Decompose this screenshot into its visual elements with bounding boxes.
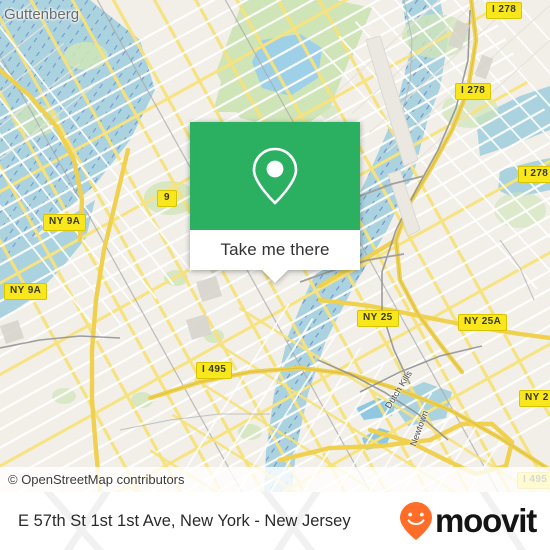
map-canvas[interactable]: Guttenberg Dutch Kills Newtown I 278 I 2… <box>0 0 550 492</box>
route-shield-i278-mid[interactable]: I 278 <box>455 83 492 100</box>
popup-icon-area <box>190 122 360 230</box>
moovit-wordmark: moovit <box>435 502 537 539</box>
map-place-label-guttenberg: Guttenberg <box>4 6 80 23</box>
popup-action-area[interactable]: Take me there <box>190 230 360 270</box>
popup-pointer <box>262 270 288 283</box>
openstreetmap-attribution[interactable]: © OpenStreetMap contributors <box>8 472 185 487</box>
moovit-brand[interactable]: moovit <box>399 501 537 541</box>
location-address-label: E 57th St 1st 1st Ave, New York - New Je… <box>18 511 351 530</box>
route-shield-i278-right[interactable]: I 278 <box>518 166 550 183</box>
route-shield-ny2-right[interactable]: NY 2 <box>519 390 550 407</box>
footer-bar: E 57th St 1st 1st Ave, New York - New Je… <box>0 492 550 550</box>
route-shield-ny25[interactable]: NY 25 <box>357 310 399 327</box>
moovit-pin-smiley-icon <box>400 502 433 540</box>
destination-popup-card[interactable]: Take me there <box>190 122 360 283</box>
moovit-map-screen: Guttenberg Dutch Kills Newtown I 278 I 2… <box>0 0 550 550</box>
route-shield-ny9a-upper[interactable]: NY 9A <box>43 214 87 231</box>
route-shield-9[interactable]: 9 <box>157 190 177 207</box>
route-shield-i495-center[interactable]: I 495 <box>196 362 233 379</box>
map-pin-icon <box>252 147 298 205</box>
route-shield-i278-top[interactable]: I 278 <box>486 2 523 19</box>
map-attribution-bar: © OpenStreetMap contributors <box>0 467 550 492</box>
take-me-there-label: Take me there <box>220 240 330 259</box>
route-shield-ny9a-lower[interactable]: NY 9A <box>4 283 48 300</box>
route-shield-ny25a[interactable]: NY 25A <box>458 314 508 331</box>
